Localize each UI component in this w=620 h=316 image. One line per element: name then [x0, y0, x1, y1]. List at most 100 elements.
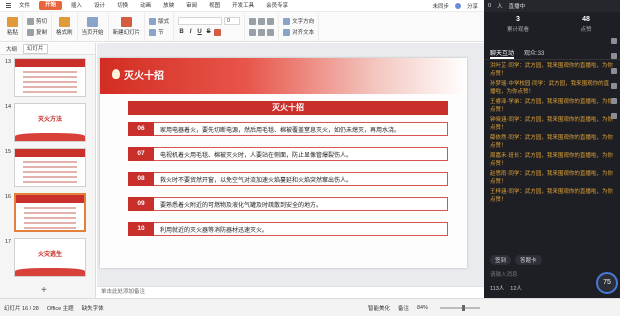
slide-thumbnail[interactable] — [14, 193, 86, 232]
bold-button[interactable]: B — [178, 29, 185, 35]
slide-thumbnail-row[interactable]: 14 灭火方法 — [0, 102, 96, 144]
live-action-button[interactable]: 答题卡 — [515, 255, 542, 265]
font-color-icon[interactable] — [214, 28, 222, 36]
thumb-line — [24, 222, 76, 224]
menu-item[interactable]: 设计 — [88, 0, 111, 12]
play-from-current-button[interactable]: 当页开始 — [78, 12, 109, 41]
cut-button[interactable]: 剪切 — [27, 17, 47, 26]
live-tab[interactable]: 聊天互动 — [490, 48, 515, 59]
notes-area[interactable]: 单击此处添加备注 — [97, 286, 484, 298]
align-right-icon[interactable] — [267, 28, 275, 36]
notes-toggle[interactable]: 备注 — [398, 304, 409, 312]
font-name-field[interactable] — [178, 17, 223, 25]
tab-slides[interactable]: 幻灯片 — [23, 43, 48, 54]
section-button[interactable]: 节 — [149, 28, 169, 37]
slide-title[interactable]: 灭火十招 — [124, 67, 164, 82]
slide-thumbnail-row[interactable]: 15 — [0, 147, 96, 189]
clipboard-group: 剪切 复制 — [23, 12, 53, 41]
slide-thumbnail[interactable]: 火灾逃生 — [14, 238, 86, 277]
numbering-icon[interactable] — [258, 17, 266, 25]
settings-icon[interactable] — [611, 38, 617, 44]
new-slide-icon — [120, 17, 132, 27]
live-action-button[interactable]: 签到 — [490, 255, 512, 265]
slide-thumbnail-row[interactable]: 13 — [0, 57, 96, 99]
viewer-badge[interactable]: 75 — [596, 272, 618, 294]
align-center-icon[interactable] — [258, 28, 266, 36]
share-button[interactable]: 分享 — [467, 2, 478, 10]
chat-message: 王睿泽·学弟：武方园，我来围观你的直播啦，为你点赞！ — [490, 99, 613, 113]
rule-row[interactable]: 07 电视机着火用毛毯、棉被灭火时，人要站在侧面，防止显像管爆裂伤人。 — [128, 147, 448, 161]
menu-item[interactable]: 开始 — [39, 1, 63, 10]
live-stat-label: 点赞 — [580, 27, 592, 33]
italic-button[interactable]: I — [187, 29, 194, 35]
smart-beautify-button[interactable]: 智能美化 — [368, 304, 390, 312]
slide[interactable]: 灭火十招 灭火十招 06 家用电器着火，要先切断电源，然后用毛毯、棉被覆盖窒息灭火… — [100, 58, 467, 268]
new-slide-button[interactable]: 新建幻灯片 — [109, 12, 146, 41]
chat-message: 王梓涵·同学：武方园，我来围观你的直播啦，为你点赞！ — [490, 189, 613, 203]
record-icon[interactable] — [611, 98, 617, 104]
menu-icon[interactable] — [3, 0, 13, 12]
slide-thumbnail[interactable] — [14, 148, 86, 187]
menu-item[interactable]: 视图 — [203, 0, 226, 12]
live-footer-count: 12人 — [510, 286, 522, 292]
rule-row[interactable]: 06 家用电器着火，要先切断电源，然后用毛毯、棉被覆盖窒息灭火，如仍未熄灭，再用水… — [128, 122, 448, 136]
text-direction-button[interactable]: 文字方向 — [283, 17, 314, 26]
tab-outline[interactable]: 大纲 — [6, 45, 17, 53]
live-tab[interactable]: 观众:33 — [524, 48, 544, 59]
strike-button[interactable]: S — [205, 29, 212, 35]
rule-row[interactable]: 09 要熟悉着火附近的可燃物及液化气罐及时疏散到安全的地方。 — [128, 197, 448, 211]
chat-input[interactable]: 请输入消息 — [484, 270, 602, 280]
rule-text: 电视机着火用毛毯、棉被灭火时，人要站在侧面，防止显像管爆裂伤人。 — [160, 151, 353, 159]
layout-button[interactable]: 版式 — [149, 17, 169, 26]
menu-item[interactable]: 会员专享 — [260, 0, 294, 12]
live-broadcast-panel: 0 人直播中 3 累计观看 48 点赞 聊天互动 观众:33 洪叶芷·同学：武方园，我来围… — [484, 0, 620, 298]
menu-item[interactable]: 文件 — [13, 0, 36, 12]
slide-thumbnail[interactable]: 灭火方法 — [14, 103, 86, 142]
slide-header-bar[interactable]: 灭火十招 — [128, 101, 448, 115]
avatar[interactable] — [454, 2, 461, 9]
menu-item[interactable]: 审阅 — [180, 0, 203, 12]
theme-label: Office 主题 — [46, 305, 74, 312]
font-size-field[interactable]: 0 — [224, 17, 241, 25]
slide-number: 16 — [5, 194, 12, 200]
copy-button[interactable]: 复制 — [27, 28, 47, 37]
format-painter-button[interactable]: 格式刷 — [52, 12, 78, 41]
underline-button[interactable]: U — [196, 29, 203, 35]
menu-item[interactable]: 放映 — [157, 0, 180, 12]
chat-message: 钟晓涵·同学：武方园，我来围观你的直播啦，为你点赞！ — [490, 117, 613, 131]
zoom-level[interactable]: 84% — [417, 305, 428, 311]
screen-icon[interactable] — [611, 83, 617, 89]
share-icon[interactable] — [611, 53, 617, 59]
copy-icon — [27, 28, 35, 36]
sync-status[interactable]: 未同步 — [432, 2, 449, 10]
menubar-right: 未同步 分享 — [432, 2, 484, 10]
menu-item[interactable]: 开发工具 — [226, 0, 260, 12]
slide-number: 14 — [5, 104, 12, 110]
bullets-icon[interactable] — [249, 17, 257, 25]
layout-icon — [149, 17, 157, 25]
indent-icon[interactable] — [267, 17, 275, 25]
slide-thumbnail-row[interactable]: 17 火灾逃生 — [0, 237, 96, 279]
menu-item[interactable]: 插入 — [65, 0, 88, 12]
thumb-title: 灭火方法 — [37, 117, 62, 123]
rule-row[interactable]: 10 利用就近的灭火器等消防器材迅速灭火。 — [128, 222, 448, 236]
slide-thumbnail[interactable] — [14, 58, 86, 97]
thumb-line — [23, 171, 77, 173]
menu-bar: 文件 开始 插入 设计 切换 动画 放映 审阅 视图 开发工具 会员专享 未同步 分享 — [0, 0, 484, 12]
align-left-icon[interactable] — [249, 28, 257, 36]
thumb-line — [24, 227, 76, 229]
more-icon[interactable] — [611, 113, 617, 119]
paste-button[interactable]: 粘贴 — [3, 12, 24, 41]
slide-number: 13 — [5, 59, 12, 65]
zoom-slider[interactable] — [440, 304, 480, 311]
align-text-button[interactable]: 对齐文本 — [283, 28, 314, 37]
chat-list: 洪叶芷·同学：武方园，我来围观你的直播啦，为你点赞！ 孙梦瑶·中学校园·同学：武方… — [484, 60, 620, 210]
menu-item[interactable]: 动画 — [134, 0, 157, 12]
missing-font-button[interactable]: 缺失字体 — [82, 304, 104, 312]
gift-icon[interactable] — [611, 68, 617, 74]
live-stat-value: 3 — [516, 16, 520, 23]
add-slide-button[interactable]: + — [41, 285, 47, 296]
menu-item[interactable]: 切换 — [111, 0, 134, 12]
slide-thumbnail-row[interactable]: 16 — [0, 192, 96, 234]
rule-row[interactable]: 08 救火时不要贸然开窗，以免空气对流加速火焰蔓延和火焰突然窜出伤人。 — [128, 172, 448, 186]
